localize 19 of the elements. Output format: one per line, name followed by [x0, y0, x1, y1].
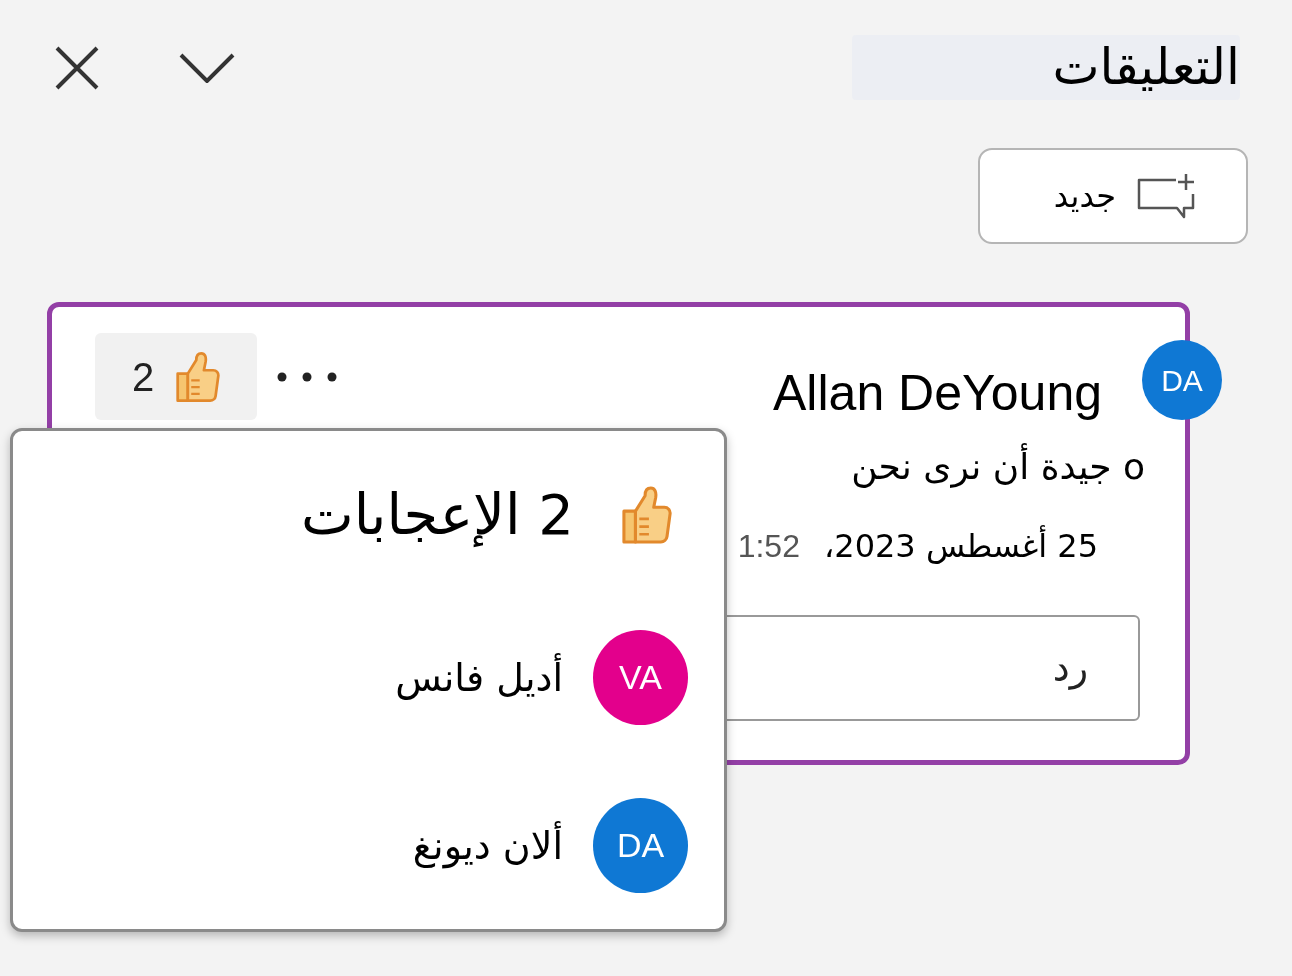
reactor-name: ألان ديونغ [412, 821, 563, 870]
pane-title: التعليقات [852, 35, 1240, 100]
avatar: DA [1142, 340, 1222, 420]
close-icon[interactable] [55, 45, 99, 90]
thumbs-up-icon [622, 486, 672, 544]
author-name: Allan DeYoung [773, 367, 1102, 419]
avatar: VA [593, 630, 688, 725]
comment-time: 1:52 [737, 527, 800, 566]
new-comment-button[interactable]: جديد [978, 148, 1248, 244]
like-button[interactable]: 2 [95, 333, 257, 420]
more-icon[interactable] [277, 371, 337, 382]
chevron-down-icon[interactable] [179, 52, 235, 83]
reactions-title: 2 الإعجابات [301, 485, 574, 545]
comment-text: o جيدة أن نرى نحن [851, 445, 1145, 489]
reactor-name: أديل فانس [395, 653, 563, 702]
comment-add-icon [1136, 172, 1196, 220]
avatar: DA [593, 798, 688, 893]
comment-date: 25 أغسطس 2023، [823, 524, 1098, 567]
thumbs-up-icon [176, 350, 221, 403]
